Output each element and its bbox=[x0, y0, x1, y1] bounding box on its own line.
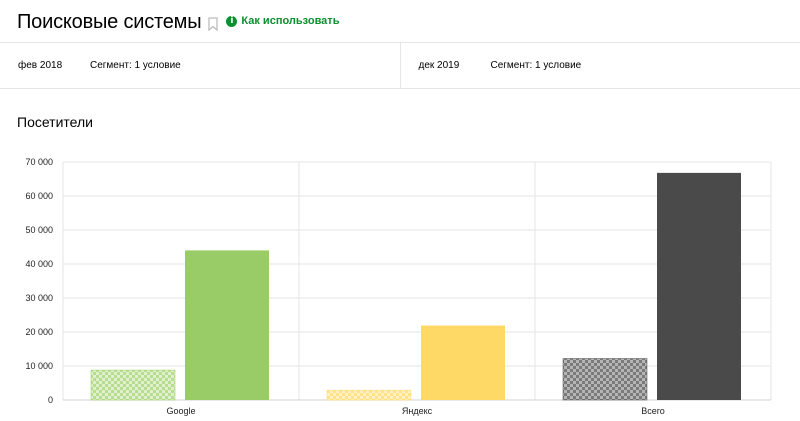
x-tick-label: Google bbox=[166, 406, 195, 416]
bar[interactable] bbox=[657, 172, 741, 400]
bar[interactable] bbox=[90, 369, 176, 401]
segment-condition: Сегмент: 1 условие bbox=[90, 60, 181, 71]
info-icon: i bbox=[226, 15, 238, 27]
segment-left[interactable]: фев 2018 Сегмент: 1 условие bbox=[0, 43, 400, 88]
x-tick-label: Яндекс bbox=[402, 406, 433, 416]
bar[interactable] bbox=[562, 358, 648, 401]
bar[interactable] bbox=[185, 250, 269, 400]
y-tick-label: 10 000 bbox=[25, 361, 53, 371]
y-tick-label: 30 000 bbox=[25, 293, 53, 303]
bar[interactable] bbox=[421, 325, 505, 400]
y-tick-label: 0 bbox=[48, 395, 53, 405]
help-link-label: Как использовать bbox=[241, 15, 340, 27]
y-tick-label: 20 000 bbox=[25, 327, 53, 337]
page-title: Поисковые системы bbox=[17, 10, 202, 33]
segments-bar: фев 2018 Сегмент: 1 условие дек 2019 Сег… bbox=[0, 42, 800, 89]
header: Поисковые системы i Как использовать bbox=[17, 8, 339, 36]
help-link[interactable]: i Как использовать bbox=[226, 15, 339, 27]
x-tick-label: Всего bbox=[641, 406, 665, 416]
y-tick-label: 40 000 bbox=[25, 259, 53, 269]
segment-right[interactable]: дек 2019 Сегмент: 1 условие bbox=[399, 43, 800, 88]
y-tick-label: 70 000 bbox=[25, 157, 53, 167]
y-tick-label: 60 000 bbox=[25, 191, 53, 201]
y-tick-label: 50 000 bbox=[25, 225, 53, 235]
bar[interactable] bbox=[326, 389, 412, 401]
segment-condition: Сегмент: 1 условие bbox=[490, 60, 582, 71]
section-title: Посетители bbox=[17, 114, 93, 130]
visitors-bar-chart: 0 10 000 20 000 30 000 40 000 50 000 60 000 70 … bbox=[25, 157, 772, 416]
segment-period: дек 2019 bbox=[418, 60, 460, 71]
bookmark-icon[interactable] bbox=[208, 16, 219, 31]
segment-period: фев 2018 bbox=[18, 60, 63, 71]
